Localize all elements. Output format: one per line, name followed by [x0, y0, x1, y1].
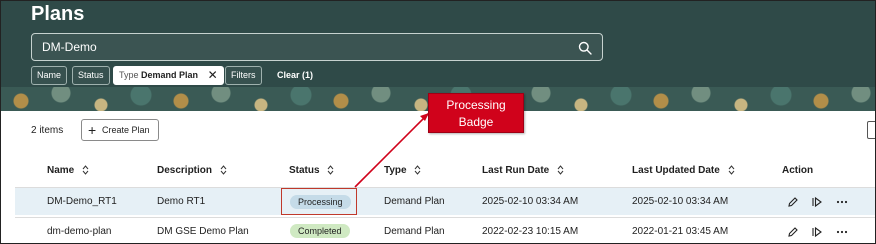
annotation-line-2: Badge: [458, 115, 494, 129]
annotation-callout: Processing Badge: [428, 93, 524, 133]
annotation-line-1: Processing: [446, 98, 506, 112]
plans-page: Plans DM-Demo Name Status Type Demand Pl…: [0, 0, 876, 244]
